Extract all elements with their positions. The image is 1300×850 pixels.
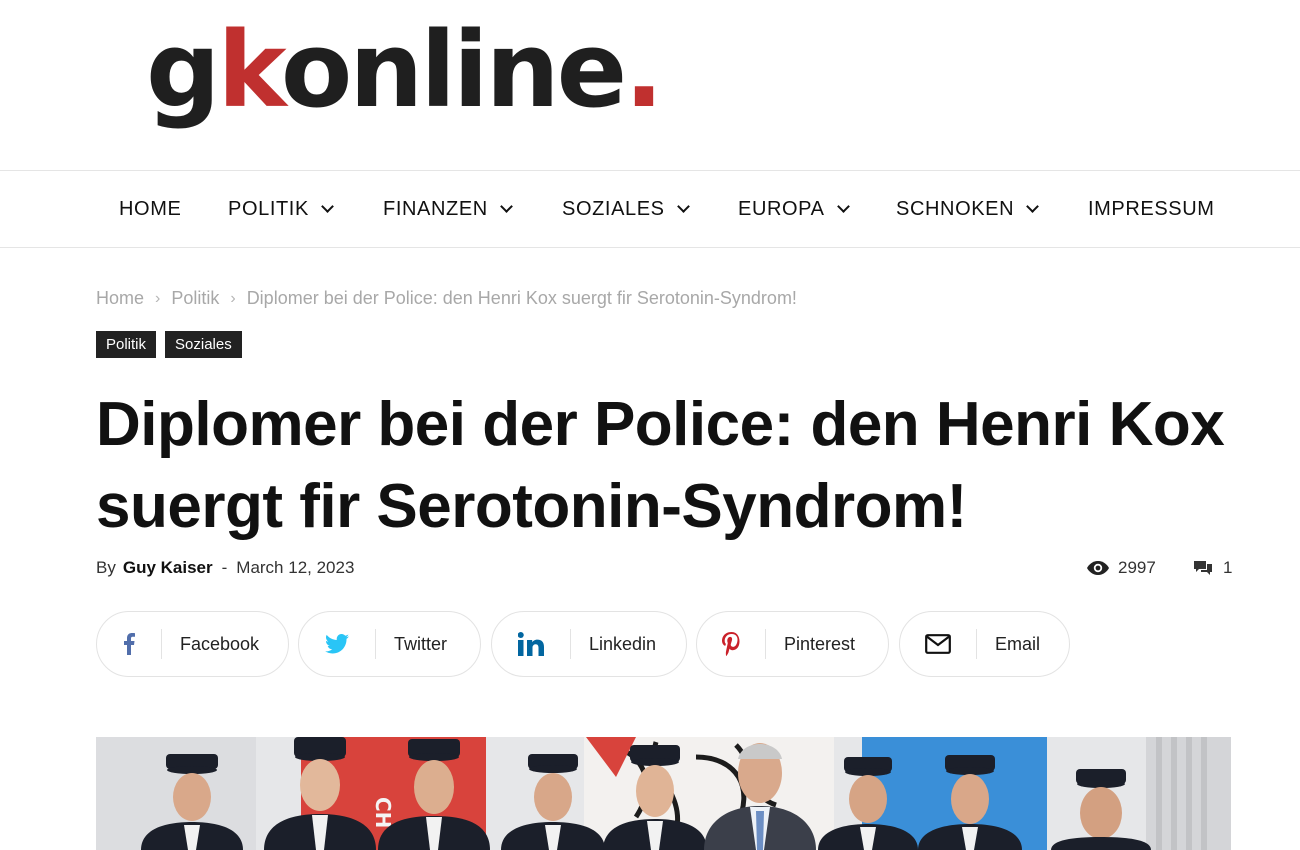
chevron-down-icon xyxy=(836,200,850,213)
article-date: March 12, 2023 xyxy=(236,558,355,577)
logo-dot: . xyxy=(624,9,663,131)
twitter-icon xyxy=(325,634,349,654)
author-link[interactable]: Guy Kaiser xyxy=(123,558,213,578)
share-label: Facebook xyxy=(180,633,260,654)
nav-item-label: EUROPA xyxy=(738,197,825,220)
nav-item-label: SOZIALES xyxy=(562,197,665,220)
nav-item-impressum[interactable]: IMPRESSUM xyxy=(1088,171,1215,247)
logo-text-g: g xyxy=(146,9,220,131)
linkedin-icon xyxy=(518,632,544,656)
breadcrumb-current: Diplomer bei der Police: den Henri Kox s… xyxy=(246,288,797,308)
breadcrumb-separator: › xyxy=(155,289,161,307)
share-label: Pinterest xyxy=(784,633,856,654)
nav-item-finanzen[interactable]: FINANZEN xyxy=(383,171,513,247)
nav-item-label: FINANZEN xyxy=(383,197,488,220)
chevron-down-icon xyxy=(1026,200,1040,213)
logo-text-online: online xyxy=(280,9,627,131)
site-header: gkonline. xyxy=(0,0,1300,170)
category-tags: Politik Soziales xyxy=(96,331,242,358)
site-logo[interactable]: gkonline. xyxy=(146,18,664,122)
featured-image: CH xyxy=(96,737,1231,850)
view-count: 2997 xyxy=(1086,558,1156,578)
main-nav: HOME POLITIK FINANZEN SOZIALES EUROPA SC… xyxy=(0,170,1300,248)
breadcrumb-politik-link[interactable]: Politik xyxy=(171,288,219,309)
meta-dash: - xyxy=(221,558,228,577)
chevron-down-icon xyxy=(499,200,513,213)
nav-item-label: POLITIK xyxy=(228,197,309,220)
share-label: Email xyxy=(995,633,1041,654)
nav-item-label: HOME xyxy=(119,197,182,220)
breadcrumb: Home › Politik › Diplomer bei der Police… xyxy=(96,288,797,309)
share-label: Linkedin xyxy=(589,633,657,654)
share-linkedin-button[interactable]: Linkedin xyxy=(491,611,687,677)
nav-item-schnoken[interactable]: SCHNOKEN xyxy=(896,171,1040,247)
article-title: Diplomer bei der Police: den Henri Kox s… xyxy=(96,390,1225,541)
tag-soziales[interactable]: Soziales xyxy=(165,331,242,358)
share-pinterest-button[interactable]: Pinterest xyxy=(696,611,889,677)
comments-icon xyxy=(1194,561,1212,575)
logo-text-k: k xyxy=(217,9,283,131)
nav-item-politik[interactable]: POLITIK xyxy=(228,171,334,247)
share-facebook-button[interactable]: Facebook xyxy=(96,611,289,677)
nav-item-europa[interactable]: EUROPA xyxy=(738,171,850,247)
view-count-value: 2997 xyxy=(1118,558,1156,577)
breadcrumb-separator: › xyxy=(230,289,236,307)
chevron-down-icon xyxy=(676,200,690,213)
nav-item-home[interactable]: HOME xyxy=(119,171,181,247)
tag-politik[interactable]: Politik xyxy=(96,331,157,358)
comment-count[interactable]: 1 xyxy=(1193,558,1232,578)
byline-prefix: By xyxy=(96,558,116,577)
article-meta: By Guy Kaiser - March 12, 2023 2997 1 xyxy=(96,558,1232,584)
email-icon xyxy=(925,634,951,654)
nav-item-soziales[interactable]: SOZIALES xyxy=(562,171,690,247)
svg-text:CH: CH xyxy=(371,797,395,828)
chevron-down-icon xyxy=(321,200,334,213)
share-email-button[interactable]: Email xyxy=(899,611,1070,677)
share-label: Twitter xyxy=(394,633,448,654)
share-twitter-button[interactable]: Twitter xyxy=(298,611,481,677)
featured-photo-illustration: CH xyxy=(96,737,1231,850)
comment-count-value: 1 xyxy=(1223,558,1233,577)
nav-item-label: SCHNOKEN xyxy=(896,197,1015,220)
nav-item-label: IMPRESSUM xyxy=(1088,197,1215,220)
breadcrumb-home-link[interactable]: Home xyxy=(96,288,144,309)
pinterest-icon xyxy=(722,632,740,656)
facebook-icon xyxy=(124,633,135,655)
eye-icon xyxy=(1087,561,1109,575)
